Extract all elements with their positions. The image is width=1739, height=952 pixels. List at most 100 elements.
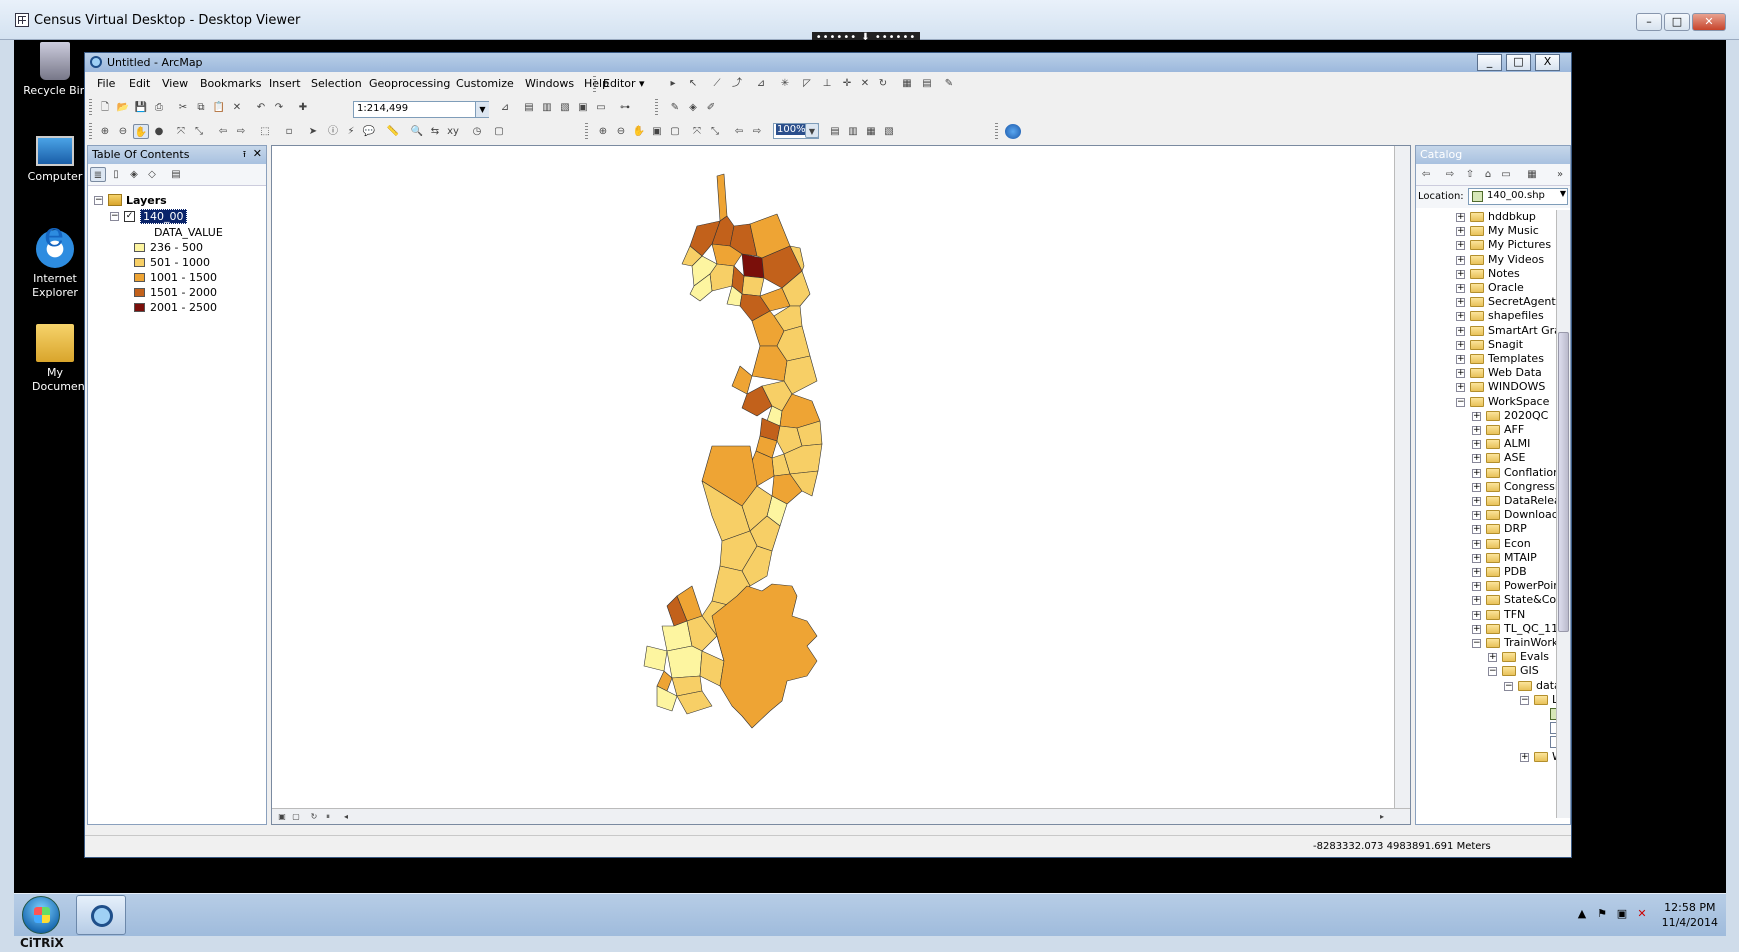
expand-icon[interactable]: + xyxy=(1472,411,1481,421)
menu-bookmarks[interactable]: Bookmarks xyxy=(200,77,261,90)
collapse-icon[interactable]: − xyxy=(110,212,119,221)
split-tool-icon[interactable]: ✕ xyxy=(857,76,873,91)
expand-icon[interactable]: + xyxy=(1472,468,1481,478)
redo-icon[interactable]: ↷ xyxy=(271,100,287,115)
create-features-icon[interactable]: ✎ xyxy=(941,76,957,91)
expand-icon[interactable]: + xyxy=(1456,383,1465,393)
arcmap-maximize-button[interactable]: □ xyxy=(1506,54,1531,71)
scroll-thumb[interactable] xyxy=(1558,332,1569,632)
arctoolbox-icon[interactable]: ▣ xyxy=(575,100,591,115)
zoom-100-icon[interactable]: ▢ xyxy=(667,124,683,139)
expand-icon[interactable]: + xyxy=(1456,241,1465,251)
copy-icon[interactable]: ⧉ xyxy=(193,100,209,115)
collapse-icon[interactable]: − xyxy=(1472,639,1481,648)
identify-icon[interactable]: ⓘ xyxy=(325,124,341,139)
toggle-draft-mode-icon[interactable]: ▤ xyxy=(827,124,843,139)
add-data-icon[interactable]: ✚ xyxy=(295,100,311,115)
next-extent-icon[interactable]: ⇨ xyxy=(749,124,765,139)
collapse-icon[interactable]: − xyxy=(1504,681,1513,691)
expand-icon[interactable]: + xyxy=(1472,624,1481,634)
expand-icon[interactable]: + xyxy=(1472,596,1481,606)
undo-icon[interactable]: ↶ xyxy=(253,100,269,115)
desktop-icon-computer[interactable]: Computer xyxy=(18,136,92,184)
show-hidden-icons-icon[interactable]: ▲ xyxy=(1576,908,1588,920)
print-icon[interactable]: ⎙ xyxy=(151,100,167,115)
viewer-minimize-button[interactable]: – xyxy=(1636,13,1662,31)
expand-icon[interactable]: + xyxy=(1472,426,1481,435)
toolbar-grip[interactable] xyxy=(89,123,92,139)
viewer-maximize-button[interactable]: □ xyxy=(1664,13,1690,31)
toolbar-grip[interactable] xyxy=(995,123,998,139)
clock[interactable]: 12:58 PM 11/4/2014 xyxy=(1662,900,1718,930)
select-elements-icon[interactable]: ➤ xyxy=(305,124,321,139)
connect-folder-icon[interactable]: ▭ xyxy=(1498,167,1514,182)
overflow-icon[interactable]: » xyxy=(1552,167,1568,182)
expand-icon[interactable]: + xyxy=(1520,752,1529,762)
fixed-zoom-in-layout-icon[interactable]: ⤧ xyxy=(689,124,705,139)
map-scale-input[interactable]: 1:214,499 xyxy=(353,101,489,118)
zoom-out-icon[interactable]: ⊖ xyxy=(115,124,131,139)
sketch-properties-icon[interactable]: ▤ xyxy=(919,76,935,91)
expand-icon[interactable]: + xyxy=(1472,440,1481,450)
expand-icon[interactable]: + xyxy=(1472,610,1481,620)
expand-icon[interactable]: + xyxy=(1472,497,1481,506)
attributes-icon[interactable]: ▦ xyxy=(899,76,915,91)
up-one-level-icon[interactable]: ⇧ xyxy=(1462,167,1478,182)
expand-icon[interactable]: + xyxy=(1456,227,1465,237)
expand-icon[interactable]: + xyxy=(1472,482,1481,492)
layer-properties-icon[interactable]: ◈ xyxy=(685,100,701,115)
chevron-down-icon[interactable]: ▼ xyxy=(1560,189,1566,198)
fixed-zoom-in-icon[interactable]: ⤧ xyxy=(173,124,189,139)
create-viewer-window-icon[interactable]: ▢ xyxy=(491,124,507,139)
viewer-close-button[interactable]: ✕ xyxy=(1692,13,1726,31)
map-horizontal-scrollbar[interactable]: ▣ ▢ ↻ ⏸ ◂ ▸ xyxy=(272,808,1410,824)
select-features-icon[interactable]: ⬚ xyxy=(257,124,273,139)
map-scale-dropdown-icon[interactable]: ▼ xyxy=(475,102,489,117)
expand-icon[interactable]: + xyxy=(1472,582,1481,592)
go-forward-icon[interactable]: ⇨ xyxy=(233,124,249,139)
list-by-drawing-order-icon[interactable]: ≣ xyxy=(90,167,106,182)
point-icon[interactable]: ✳ xyxy=(777,76,793,91)
zoom-whole-page-icon[interactable]: ▣ xyxy=(649,124,665,139)
list-by-selection-icon[interactable]: ◇ xyxy=(144,167,160,182)
pause-drawing-icon[interactable]: ⏸ xyxy=(320,809,336,824)
taskbar-arcmap-button[interactable] xyxy=(76,895,126,935)
home-folder-icon[interactable]: ⌂ xyxy=(1480,167,1496,182)
back-icon[interactable]: ⇦ xyxy=(1418,167,1434,182)
map-display[interactable]: ▣ ▢ ↻ ⏸ ◂ ▸ xyxy=(271,145,1411,825)
network-icon[interactable]: ▣ xyxy=(1616,908,1628,920)
cut-polygons-icon[interactable]: ✛ xyxy=(839,76,855,91)
zoom-in-icon[interactable]: ⊕ xyxy=(97,124,113,139)
forward-icon[interactable]: ⇨ xyxy=(1442,167,1458,182)
menu-view[interactable]: View xyxy=(162,77,188,90)
action-center-flag-icon[interactable]: ⚑ xyxy=(1596,908,1608,920)
expand-icon[interactable]: + xyxy=(1456,298,1465,308)
collapse-icon[interactable]: − xyxy=(1520,695,1529,705)
list-by-visibility-icon[interactable]: ◈ xyxy=(126,167,142,182)
layout-zoom-dropdown-icon[interactable]: ▼ xyxy=(805,123,819,138)
hyperlink-icon[interactable]: ⚡ xyxy=(343,124,359,139)
previous-extent-icon[interactable]: ⇦ xyxy=(731,124,747,139)
layer-visibility-checkbox[interactable]: ✓ xyxy=(124,211,135,222)
desktop-icon-recycle-bin[interactable]: Recycle Bin xyxy=(18,42,92,98)
edit-tool-icon[interactable]: ▸ xyxy=(665,76,681,91)
layout-zoom-out-icon[interactable]: ⊖ xyxy=(613,124,629,139)
python-window-icon[interactable]: ▭ xyxy=(593,100,609,115)
edit-vertices-icon[interactable]: ◸ xyxy=(799,76,815,91)
arcmap-minimize-button[interactable]: _ xyxy=(1477,54,1502,71)
desktop-icon-my-documents[interactable]: My Documents xyxy=(18,324,95,394)
expand-icon[interactable]: + xyxy=(1472,553,1481,563)
model-builder-icon[interactable]: ⊶ xyxy=(617,100,633,115)
options-icon[interactable]: ▤ xyxy=(168,167,184,182)
measure-icon[interactable]: 📏 xyxy=(385,124,401,139)
delete-icon[interactable]: ✕ xyxy=(229,100,245,115)
editor-toolbar-icon[interactable]: ⊿ xyxy=(497,100,513,115)
volume-muted-icon[interactable]: ✕ xyxy=(1636,908,1648,920)
expand-icon[interactable]: + xyxy=(1472,568,1481,577)
desktop-icon-internet-explorer[interactable]: Internet Explorer xyxy=(18,228,92,300)
go-to-xy-icon[interactable]: xy xyxy=(445,124,461,139)
location-input[interactable]: 140_00.shp ▼ xyxy=(1468,188,1568,205)
pin-icon[interactable]: ⭱ xyxy=(243,147,246,163)
menu-windows[interactable]: Windows xyxy=(525,77,574,90)
expand-icon[interactable]: + xyxy=(1456,340,1465,350)
